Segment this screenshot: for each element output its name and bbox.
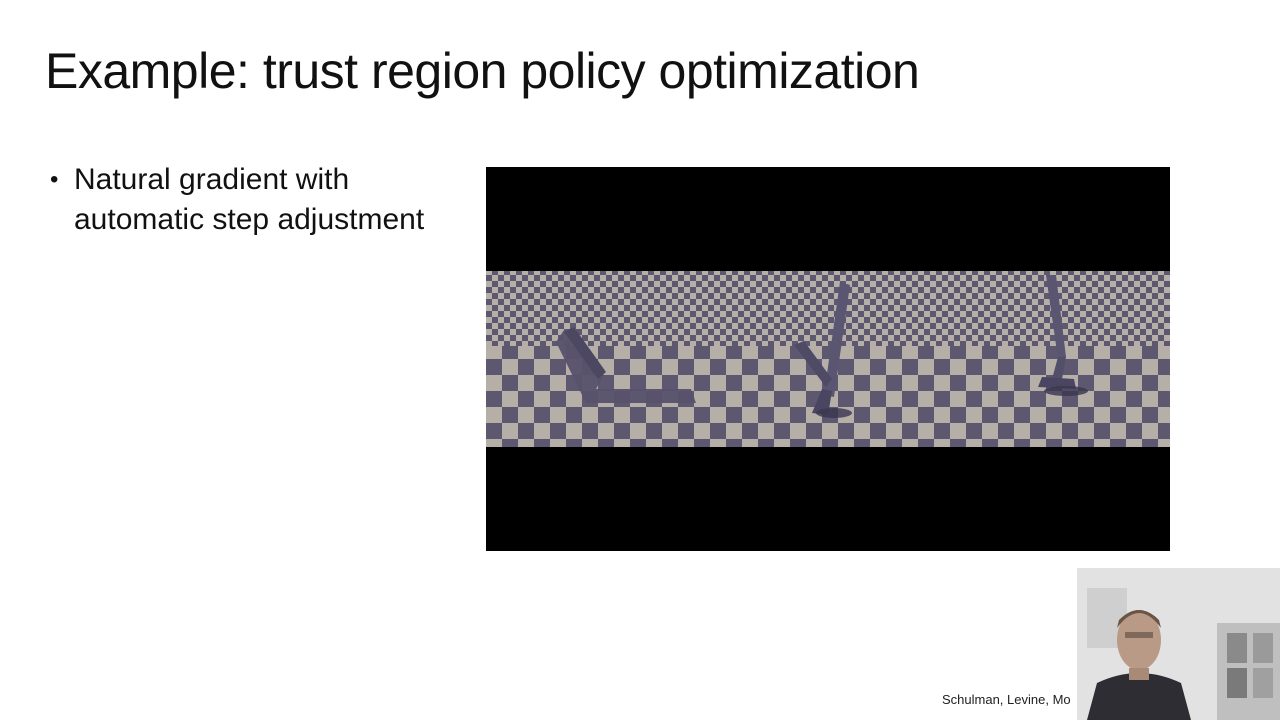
video-panel[interactable] — [486, 167, 1170, 551]
hopper-simulation-frames — [486, 167, 1170, 551]
bullet-list: • Natural gradient with automatic step a… — [48, 160, 428, 240]
citation: Schulman, Levine, Mo — [942, 692, 1071, 707]
slide-title: Example: trust region policy optimizatio… — [45, 43, 920, 99]
frame-3 — [940, 271, 1170, 447]
bullet-text: Natural gradient with automatic step adj… — [74, 163, 425, 236]
bullet-item: • Natural gradient with automatic step a… — [48, 160, 428, 240]
frame-2 — [718, 271, 940, 447]
bullet-dot-icon: • — [50, 166, 59, 193]
frame-1 — [486, 271, 718, 447]
presenter-image — [1077, 568, 1280, 720]
slide: Example: trust region policy optimizatio… — [0, 0, 1280, 720]
presenter-webcam — [1077, 568, 1280, 720]
